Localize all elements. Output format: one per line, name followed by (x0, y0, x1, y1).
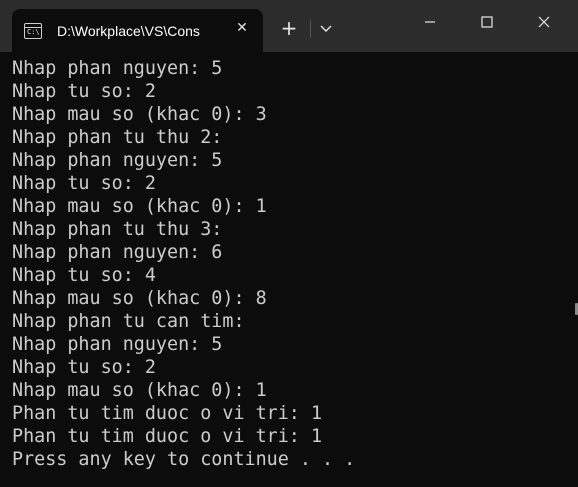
tab-separator (310, 20, 311, 38)
terminal-line: Nhap phan tu thu 2: (12, 127, 223, 148)
terminal-line: Nhap mau so (khac 0): 3 (12, 104, 267, 125)
chevron-down-icon[interactable] (318, 20, 334, 36)
close-icon (538, 16, 550, 28)
terminal-line: Nhap mau so (khac 0): 1 (12, 196, 267, 217)
maximize-button[interactable] (473, 10, 501, 34)
terminal-line: Nhap mau so (khac 0): 1 (12, 380, 267, 401)
terminal-line: Nhap phan tu can tim: (12, 311, 245, 332)
terminal-line: Nhap phan nguyen: 5 (12, 334, 223, 355)
tab-console[interactable]: C:\ D:\Workplace\VS\Cons ✕ (12, 9, 263, 52)
terminal-line: Press any key to continue . . . (12, 449, 356, 470)
console-icon: C:\ (24, 22, 42, 39)
console-icon-text: C:\ (27, 27, 40, 36)
close-window-button[interactable] (530, 10, 558, 34)
terminal-line: Nhap phan nguyen: 6 (12, 242, 223, 263)
terminal-line: Nhap tu so: 2 (12, 81, 156, 102)
terminal-line: Nhap mau so (khac 0): 8 (12, 288, 267, 309)
terminal-line: Nhap tu so: 4 (12, 265, 156, 286)
terminal-line: Nhap phan tu thu 3: (12, 219, 223, 240)
minimize-icon (425, 21, 435, 23)
minimize-button[interactable] (416, 10, 444, 34)
terminal-line: Nhap phan nguyen: 5 (12, 58, 223, 79)
terminal-line: Phan tu tim duoc o vi tri: 1 (12, 403, 323, 424)
terminal-output[interactable]: Nhap phan nguyen: 5 Nhap tu so: 2 Nhap mau… (12, 57, 572, 477)
terminal-line: Nhap tu so: 2 (12, 173, 156, 194)
terminal-line: Phan tu tim duoc o vi tri: 1 (12, 426, 323, 447)
maximize-icon (481, 16, 493, 28)
terminal-line: Nhap tu so: 2 (12, 357, 156, 378)
terminal-line: Nhap phan nguyen: 5 (12, 150, 223, 171)
close-tab-icon[interactable]: ✕ (235, 21, 249, 35)
terminal-window: C:\ D:\Workplace\VS\Cons ✕ + Nhap phan n… (0, 0, 578, 487)
title-bar[interactable]: C:\ D:\Workplace\VS\Cons ✕ + (0, 0, 578, 52)
new-tab-button[interactable]: + (278, 18, 300, 40)
tab-title: D:\Workplace\VS\Cons (57, 22, 200, 39)
